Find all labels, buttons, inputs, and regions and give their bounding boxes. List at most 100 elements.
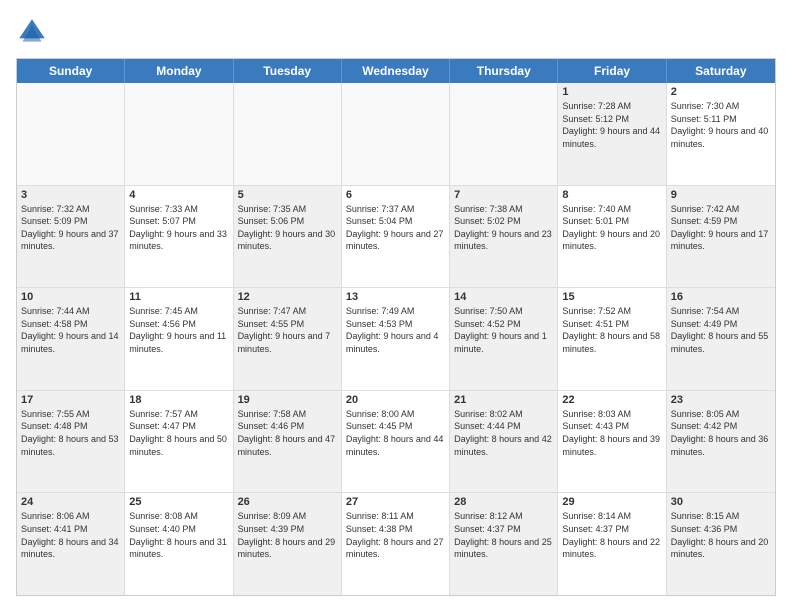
day-number: 4 (129, 189, 228, 201)
day-info: Sunrise: 7:54 AM Sunset: 4:49 PM Dayligh… (671, 305, 771, 355)
day-number: 20 (346, 394, 445, 406)
calendar-cell-26: 26Sunrise: 8:09 AM Sunset: 4:39 PM Dayli… (234, 493, 342, 595)
day-number: 15 (562, 291, 661, 303)
day-info: Sunrise: 7:33 AM Sunset: 5:07 PM Dayligh… (129, 203, 228, 253)
day-info: Sunrise: 8:06 AM Sunset: 4:41 PM Dayligh… (21, 510, 120, 560)
calendar-cell-22: 22 Sunrise: 8:03 AM Sunset: 4:43 PM Dayli… (558, 391, 666, 493)
day-number: 24 (21, 496, 120, 508)
day-info: Sunrise: 8:15 AM Sunset: 4:36 PM Dayligh… (671, 510, 771, 560)
calendar-cell-7: 7 Sunrise: 7:38 AM Sunset: 5:02 PM Daylig… (450, 186, 558, 288)
day-number: 7 (454, 189, 553, 201)
day-info: Sunrise: 7:52 AM Sunset: 4:51 PM Dayligh… (562, 305, 661, 355)
day-info: Sunrise: 7:28 AM Sunset: 5:12 PM Dayligh… (562, 100, 661, 150)
calendar-row-4: 24 Sunrise: 8:06 AM Sunset: 4:41 PM Dayli… (17, 493, 775, 595)
day-number: 5 (238, 189, 337, 201)
header-day-monday: Monday (125, 59, 233, 83)
day-number: 13 (346, 291, 445, 303)
calendar-cell-empty-1 (125, 83, 233, 185)
calendar-cell-16: 16Sunrise: 7:54 AM Sunset: 4:49 PM Dayli… (667, 288, 775, 390)
calendar-cell-2: 2 Sunrise: 7:30 AM Sunset: 5:11 PM Daylig… (667, 83, 775, 185)
day-info: Sunrise: 7:37 AM Sunset: 5:04 PM Dayligh… (346, 203, 445, 253)
day-info: Sunrise: 8:14 AM Sunset: 4:37 PM Dayligh… (562, 510, 661, 560)
day-number: 2 (671, 86, 771, 98)
calendar-cell-empty-4 (450, 83, 558, 185)
day-info: Sunrise: 7:38 AM Sunset: 5:02 PM Dayligh… (454, 203, 553, 253)
header (16, 16, 776, 48)
calendar-cell-11: 11 Sunrise: 7:45 AM Sunset: 4:56 PM Dayli… (125, 288, 233, 390)
calendar-cell-17: 17 Sunrise: 7:55 AM Sunset: 4:48 PM Dayli… (17, 391, 125, 493)
day-number: 9 (671, 189, 771, 201)
header-day-saturday: Saturday (667, 59, 775, 83)
day-info: Sunrise: 8:05 AM Sunset: 4:42 PM Dayligh… (671, 408, 771, 458)
calendar-cell-30: 30 Sunrise: 8:15 AM Sunset: 4:36 PM Dayli… (667, 493, 775, 595)
day-number: 28 (454, 496, 553, 508)
day-info: Sunrise: 7:35 AM Sunset: 5:06 PM Dayligh… (238, 203, 337, 253)
day-info: Sunrise: 7:45 AM Sunset: 4:56 PM Dayligh… (129, 305, 228, 355)
day-info: Sunrise: 8:11 AM Sunset: 4:38 PM Dayligh… (346, 510, 445, 560)
calendar-cell-empty-3 (342, 83, 450, 185)
day-info: Sunrise: 7:42 AM Sunset: 4:59 PM Dayligh… (671, 203, 771, 253)
day-info: Sunrise: 7:57 AM Sunset: 4:47 PM Dayligh… (129, 408, 228, 458)
day-number: 29 (562, 496, 661, 508)
calendar-cell-4: 4 Sunrise: 7:33 AM Sunset: 5:07 PM Daylig… (125, 186, 233, 288)
header-day-wednesday: Wednesday (342, 59, 450, 83)
day-number: 11 (129, 291, 228, 303)
day-number: 21 (454, 394, 553, 406)
day-info: Sunrise: 7:50 AM Sunset: 4:52 PM Dayligh… (454, 305, 553, 355)
day-number: 8 (562, 189, 661, 201)
day-info: Sunrise: 8:03 AM Sunset: 4:43 PM Dayligh… (562, 408, 661, 458)
calendar-cell-1: 1 Sunrise: 7:28 AM Sunset: 5:12 PM Daylig… (558, 83, 666, 185)
day-info: Sunrise: 7:49 AM Sunset: 4:53 PM Dayligh… (346, 305, 445, 355)
calendar-cell-15: 15 Sunrise: 7:52 AM Sunset: 4:51 PM Dayli… (558, 288, 666, 390)
calendar-cell-empty-0 (17, 83, 125, 185)
calendar-cell-13: 13 Sunrise: 7:49 AM Sunset: 4:53 PM Dayli… (342, 288, 450, 390)
logo-icon (16, 16, 48, 48)
day-number: 1 (562, 86, 661, 98)
day-info: Sunrise: 7:32 AM Sunset: 5:09 PM Dayligh… (21, 203, 120, 253)
header-day-friday: Friday (558, 59, 666, 83)
day-info: Sunrise: 7:58 AM Sunset: 4:46 PM Dayligh… (238, 408, 337, 458)
day-number: 19 (238, 394, 337, 406)
day-info: Sunrise: 8:12 AM Sunset: 4:37 PM Dayligh… (454, 510, 553, 560)
day-info: Sunrise: 7:47 AM Sunset: 4:55 PM Dayligh… (238, 305, 337, 355)
day-number: 26 (238, 496, 337, 508)
calendar-cell-8: 8Sunrise: 7:40 AM Sunset: 5:01 PM Daylig… (558, 186, 666, 288)
calendar-cell-3: 3 Sunrise: 7:32 AM Sunset: 5:09 PM Daylig… (17, 186, 125, 288)
day-number: 27 (346, 496, 445, 508)
calendar-cell-12: 12Sunrise: 7:47 AM Sunset: 4:55 PM Dayli… (234, 288, 342, 390)
calendar-row-2: 10 Sunrise: 7:44 AM Sunset: 4:58 PM Dayli… (17, 288, 775, 391)
day-number: 25 (129, 496, 228, 508)
calendar-cell-28: 28 Sunrise: 8:12 AM Sunset: 4:37 PM Dayli… (450, 493, 558, 595)
calendar: SundayMondayTuesdayWednesdayThursdayFrid… (16, 58, 776, 596)
calendar-cell-23: 23 Sunrise: 8:05 AM Sunset: 4:42 PM Dayli… (667, 391, 775, 493)
calendar-cell-19: 19 Sunrise: 7:58 AM Sunset: 4:46 PM Dayli… (234, 391, 342, 493)
calendar-body: 1 Sunrise: 7:28 AM Sunset: 5:12 PM Daylig… (17, 83, 775, 595)
day-number: 22 (562, 394, 661, 406)
day-info: Sunrise: 8:00 AM Sunset: 4:45 PM Dayligh… (346, 408, 445, 458)
day-info: Sunrise: 8:02 AM Sunset: 4:44 PM Dayligh… (454, 408, 553, 458)
day-number: 6 (346, 189, 445, 201)
calendar-header: SundayMondayTuesdayWednesdayThursdayFrid… (17, 59, 775, 83)
day-number: 3 (21, 189, 120, 201)
header-day-tuesday: Tuesday (234, 59, 342, 83)
day-info: Sunrise: 7:44 AM Sunset: 4:58 PM Dayligh… (21, 305, 120, 355)
day-info: Sunrise: 7:55 AM Sunset: 4:48 PM Dayligh… (21, 408, 120, 458)
calendar-cell-5: 5 Sunrise: 7:35 AM Sunset: 5:06 PM Daylig… (234, 186, 342, 288)
day-number: 30 (671, 496, 771, 508)
calendar-cell-18: 18 Sunrise: 7:57 AM Sunset: 4:47 PM Dayli… (125, 391, 233, 493)
calendar-row-3: 17 Sunrise: 7:55 AM Sunset: 4:48 PM Dayli… (17, 391, 775, 494)
calendar-cell-10: 10 Sunrise: 7:44 AM Sunset: 4:58 PM Dayli… (17, 288, 125, 390)
page: SundayMondayTuesdayWednesdayThursdayFrid… (0, 0, 792, 612)
day-number: 23 (671, 394, 771, 406)
calendar-cell-25: 25Sunrise: 8:08 AM Sunset: 4:40 PM Dayli… (125, 493, 233, 595)
calendar-cell-24: 24 Sunrise: 8:06 AM Sunset: 4:41 PM Dayli… (17, 493, 125, 595)
logo (16, 16, 52, 48)
day-number: 18 (129, 394, 228, 406)
day-number: 10 (21, 291, 120, 303)
calendar-cell-empty-2 (234, 83, 342, 185)
calendar-cell-21: 21 Sunrise: 8:02 AM Sunset: 4:44 PM Dayli… (450, 391, 558, 493)
day-number: 17 (21, 394, 120, 406)
header-day-thursday: Thursday (450, 59, 558, 83)
calendar-cell-14: 14Sunrise: 7:50 AM Sunset: 4:52 PM Dayli… (450, 288, 558, 390)
day-info: Sunrise: 7:30 AM Sunset: 5:11 PM Dayligh… (671, 100, 771, 150)
